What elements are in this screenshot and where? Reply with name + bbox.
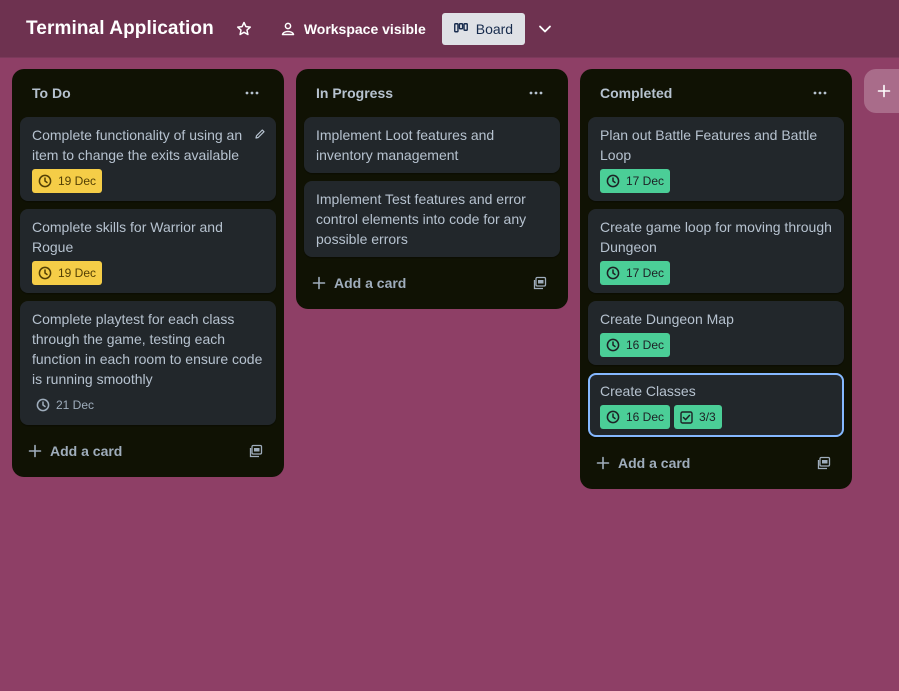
checklist-icon (680, 410, 693, 424)
add-card-button[interactable]: Add a card (28, 443, 122, 459)
card-title: Complete functionality of using an item … (32, 127, 243, 163)
plus-icon (28, 444, 42, 458)
card-title: Implement Test features and error contro… (316, 191, 527, 247)
add-card-label: Add a card (50, 443, 123, 459)
ellipsis-icon (813, 91, 827, 95)
card-title: Plan out Battle Features and Battle Loop (600, 127, 818, 163)
list-header: Completed (588, 69, 844, 117)
card-title: Create Classes (600, 383, 696, 399)
list-completed: Completed Plan out Battle Features and B… (580, 69, 852, 489)
chevron-down-icon (539, 25, 551, 32)
board-header: Terminal Application Workspace visible B… (0, 0, 899, 58)
board-icon (453, 22, 468, 32)
due-date-badge[interactable]: 17 Dec (600, 169, 671, 193)
add-card-button[interactable]: Add a card (596, 455, 690, 471)
due-date-badge[interactable]: 16 Dec (600, 405, 671, 429)
card[interactable]: Plan out Battle Features and Battle Loop… (588, 117, 844, 201)
card-title: Create Dungeon Map (600, 311, 734, 327)
create-from-template-button[interactable] (244, 439, 268, 463)
ellipsis-icon (245, 91, 259, 95)
clock-icon (606, 266, 620, 280)
card-title: Create game loop for moving through Dung… (600, 219, 832, 255)
due-date-badge[interactable]: 19 Dec (32, 261, 103, 285)
add-card-row: Add a card (588, 445, 844, 481)
due-date-text: 17 Dec (626, 266, 665, 280)
due-date-text: 16 Dec (626, 410, 665, 424)
card-title: Complete skills for Warrior and Rogue (32, 219, 223, 255)
clock-icon (38, 174, 52, 188)
add-card-label: Add a card (618, 455, 691, 471)
list-title[interactable]: To Do (32, 85, 71, 101)
add-card-row: Add a card (304, 265, 560, 301)
due-date-text: 17 Dec (626, 174, 665, 188)
list-title[interactable]: In Progress (316, 85, 393, 101)
plus-icon (312, 276, 326, 290)
list-to-do: To Do Complete functionality of using an… (12, 69, 284, 477)
due-date-badge[interactable]: 17 Dec (600, 261, 671, 285)
board-view-button[interactable]: Board (441, 12, 526, 45)
visibility-label: Workspace visible (303, 20, 426, 37)
template-icon (817, 456, 831, 470)
edit-card-button[interactable] (254, 127, 266, 145)
due-date-badge[interactable]: 16 Dec (600, 333, 671, 357)
due-date-text: 16 Dec (626, 338, 665, 352)
list-menu-button[interactable] (520, 77, 552, 109)
card[interactable]: Implement Test features and error contro… (304, 181, 560, 257)
clock-icon (606, 410, 620, 424)
star-icon (236, 21, 251, 35)
board-title[interactable]: Terminal Application (26, 18, 214, 40)
plus-icon (877, 84, 891, 98)
due-date-text: 19 Dec (58, 266, 97, 280)
card[interactable]: Complete functionality of using an item … (20, 117, 276, 201)
template-icon (249, 444, 263, 458)
add-list-button[interactable] (864, 69, 899, 113)
add-card-label: Add a card (334, 275, 407, 291)
clock-icon (38, 266, 52, 280)
due-date-text: 19 Dec (58, 174, 97, 188)
card[interactable]: Create Dungeon Map 16 Dec (588, 301, 844, 365)
visibility-button[interactable]: Workspace visible (276, 13, 430, 45)
create-from-template-button[interactable] (812, 451, 836, 475)
card[interactable]: Create game loop for moving through Dung… (588, 209, 844, 293)
people-icon (281, 22, 295, 35)
view-switcher-button[interactable] (529, 13, 561, 45)
template-icon (533, 276, 547, 290)
board-view-label: Board (475, 20, 514, 37)
checklist-count: 3/3 (699, 410, 716, 424)
list-in-progress: In Progress Implement Loot features and … (296, 69, 568, 309)
list-title[interactable]: Completed (600, 85, 672, 101)
due-date-badge[interactable]: 19 Dec (32, 169, 103, 193)
list-menu-button[interactable] (804, 77, 836, 109)
due-date-text: 21 Dec (56, 398, 95, 412)
card[interactable]: Implement Loot features and inventory ma… (304, 117, 560, 173)
create-from-template-button[interactable] (528, 271, 552, 295)
add-card-row: Add a card (20, 433, 276, 469)
plus-icon (596, 456, 610, 470)
clock-icon (36, 398, 50, 412)
card[interactable]: Complete playtest for each class through… (20, 301, 276, 425)
add-card-button[interactable]: Add a card (312, 275, 406, 291)
clock-icon (606, 338, 620, 352)
card[interactable]: Create Classes 16 Dec 3/3 (588, 373, 844, 437)
ellipsis-icon (529, 91, 543, 95)
card[interactable]: Complete skills for Warrior and Rogue 19… (20, 209, 276, 293)
list-header: To Do (20, 69, 276, 117)
clock-icon (606, 174, 620, 188)
due-date-badge[interactable]: 21 Dec (32, 393, 100, 417)
pencil-icon (255, 129, 265, 139)
card-title: Implement Loot features and inventory ma… (316, 127, 495, 163)
list-menu-button[interactable] (236, 77, 268, 109)
card-title: Complete playtest for each class through… (32, 311, 263, 387)
checklist-badge[interactable]: 3/3 (674, 405, 722, 429)
star-button[interactable] (228, 13, 260, 45)
list-header: In Progress (304, 69, 560, 117)
